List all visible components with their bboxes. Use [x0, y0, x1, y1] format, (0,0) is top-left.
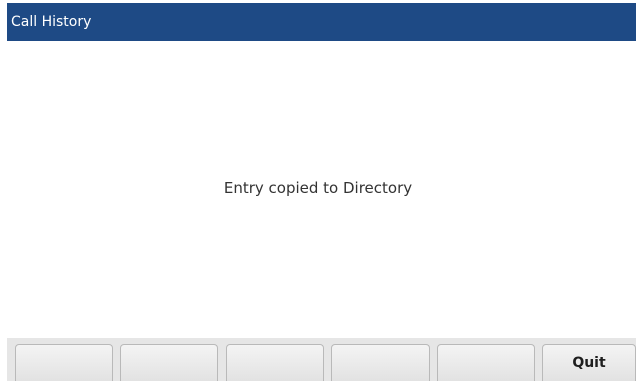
softkey-2[interactable] [120, 344, 218, 381]
quit-button[interactable]: Quit [542, 344, 636, 381]
softkey-5[interactable] [437, 344, 535, 381]
main-content: Entry copied to Directory [0, 41, 636, 338]
phone-screen: Call History Entry copied to Directory Q… [0, 0, 636, 381]
page-title: Call History [11, 14, 92, 30]
softkey-bar: Quit [7, 338, 636, 381]
status-message: Entry copied to Directory [223, 179, 413, 197]
softkey-3[interactable] [226, 344, 324, 381]
softkey-4[interactable] [331, 344, 430, 381]
title-bar: Call History [7, 3, 636, 41]
softkey-1[interactable] [15, 344, 113, 381]
